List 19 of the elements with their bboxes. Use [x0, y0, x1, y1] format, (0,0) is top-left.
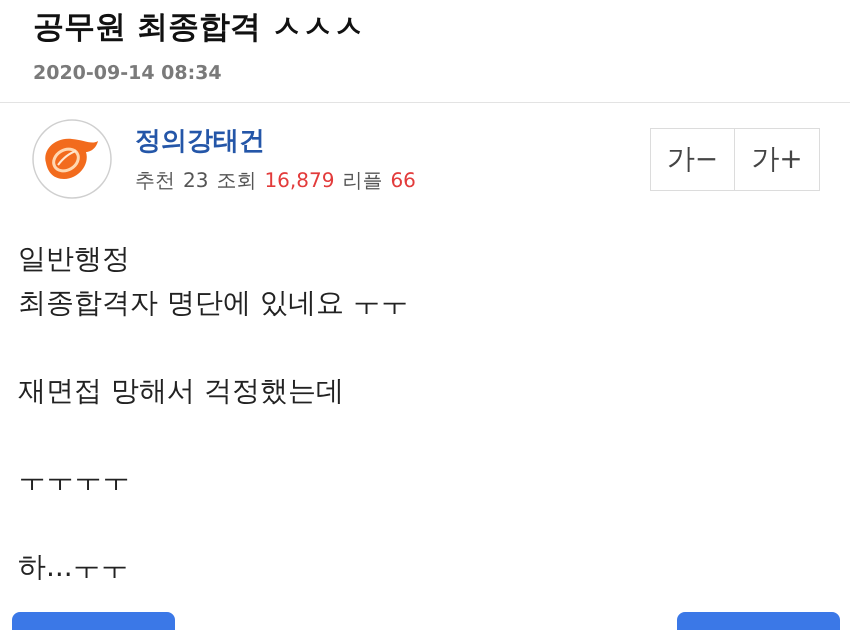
- stat-value: 23: [183, 167, 208, 194]
- body-text: 하...ㅜㅜ: [18, 549, 130, 585]
- stat-value: 66: [390, 167, 416, 194]
- author-name[interactable]: 정의강태건: [135, 123, 416, 159]
- body-text: 최종합격자 명단에 있네요 ㅜㅜ: [18, 285, 410, 321]
- font-size-button[interactable]: 가−: [650, 128, 735, 190]
- stat-label: 조회: [216, 167, 256, 194]
- body-text: ㅜㅜㅜㅜ: [18, 461, 131, 497]
- swirl-logo-icon: [32, 119, 112, 199]
- stat-label: 추천: [135, 167, 175, 194]
- body-text: 일반행정: [18, 241, 131, 277]
- post-title: 공무원 최종합격 ㅅㅅㅅ: [33, 8, 366, 47]
- stat-label: 리플: [342, 167, 382, 194]
- post-date: 2020-09-14 08:34: [33, 61, 223, 86]
- font-size-button[interactable]: 가+: [735, 128, 820, 190]
- list-button[interactable]: [12, 612, 175, 630]
- body-text: 재면접 망해서 걱정했는데: [18, 373, 345, 409]
- stat-value: 16,879: [264, 167, 334, 194]
- list-button[interactable]: [677, 612, 840, 630]
